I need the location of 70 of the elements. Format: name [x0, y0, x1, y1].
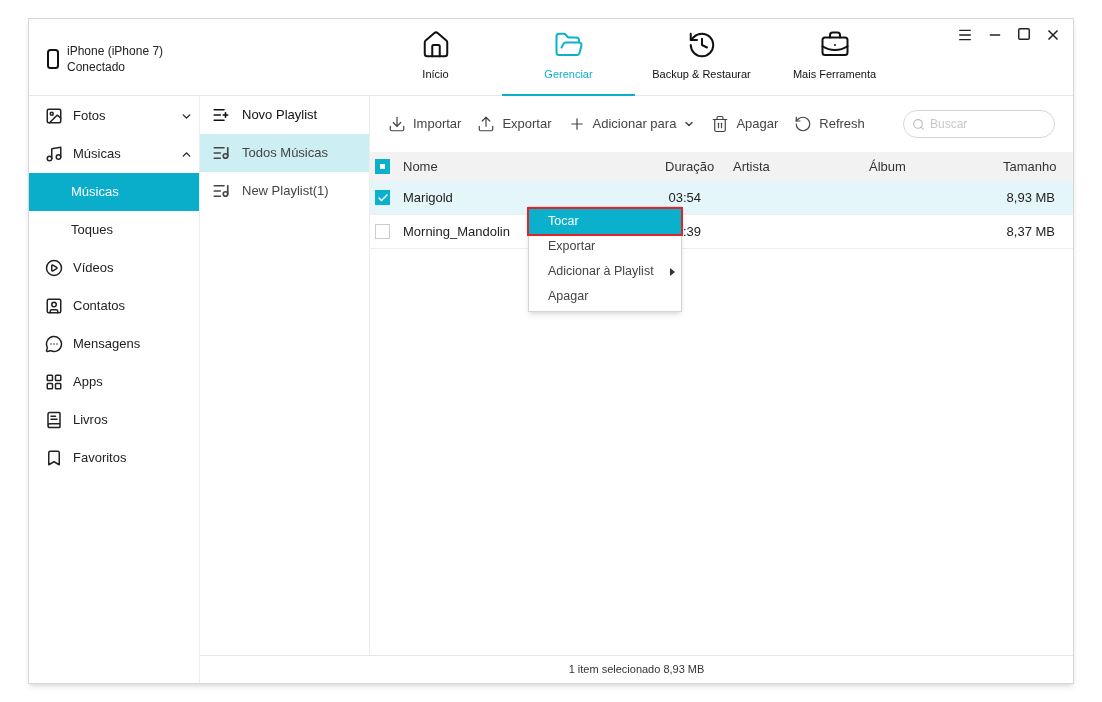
column-header: Tamanho — [1003, 157, 1058, 176]
image-icon — [45, 107, 63, 125]
sidebar-subitem[interactable]: Toques — [29, 211, 199, 249]
playlist-icon — [212, 144, 230, 162]
sidebar-label: Vídeos — [73, 259, 115, 278]
device-name: iPhone (iPhone 7) — [67, 43, 164, 59]
nav-tab[interactable]: Backup & Restaurar — [635, 19, 768, 96]
search-icon — [912, 118, 925, 131]
select-all-checkbox[interactable] — [375, 159, 390, 174]
status-bar: 1 item selecionado 8,93 MB — [200, 655, 1073, 683]
sidebar-item[interactable]: Fotos — [29, 97, 199, 135]
sidebar-item[interactable]: Mensagens — [29, 325, 199, 363]
sidebar-label: Apps — [73, 373, 104, 392]
import-icon — [388, 115, 406, 133]
trash-icon — [711, 115, 730, 133]
row-checkbox[interactable] — [375, 190, 390, 205]
device-status: Conectado — [67, 59, 127, 75]
phone-icon — [47, 49, 59, 69]
column-header: Duração — [665, 157, 716, 176]
column-header: Nome — [403, 157, 439, 176]
nav-tab[interactable]: Início — [369, 19, 502, 96]
music-note-icon — [45, 145, 63, 163]
chat-icon — [45, 335, 63, 353]
toolbar-button[interactable]: Adicionar para — [567, 114, 696, 134]
sidebar-label: Favoritos — [73, 449, 128, 468]
column-header: Artista — [733, 157, 771, 176]
sidebar-item[interactable]: Vídeos — [29, 249, 199, 287]
playlist-item[interactable]: Novo Playlist — [200, 96, 369, 134]
sidebar-label: Contatos — [73, 297, 127, 316]
sidebar-item[interactable]: Músicas — [29, 135, 199, 173]
table-cell-text: Marigold — [403, 188, 454, 207]
menu-item[interactable]: Adicionar à Playlist — [529, 259, 681, 284]
column-header: Álbum — [869, 157, 907, 176]
book-icon — [45, 411, 63, 429]
menu-item[interactable]: Apagar — [529, 284, 681, 309]
check-icon — [376, 191, 389, 204]
refresh-icon — [794, 115, 813, 133]
sidebar-label: Fotos — [73, 107, 107, 126]
table-cell-text: 8,37 MB — [1005, 222, 1056, 241]
sidebar-label: Livros — [73, 411, 109, 430]
playlist-item[interactable]: New Playlist(1) — [200, 172, 369, 210]
play-icon — [45, 259, 63, 277]
export-icon — [477, 115, 496, 133]
sidebar-item[interactable]: Apps — [29, 363, 199, 401]
toolbar-button[interactable]: Refresh — [794, 114, 865, 134]
sidebar-item[interactable]: Contatos — [29, 287, 199, 325]
partial-icon — [380, 164, 385, 169]
toolbar-button[interactable]: Importar — [388, 114, 462, 134]
toolbar-button[interactable]: Exportar — [477, 114, 552, 134]
sidebar-label: Músicas — [73, 145, 122, 164]
table-cell-text: :39 — [681, 222, 701, 241]
close-icon[interactable] — [1045, 27, 1061, 43]
sidebar-item[interactable]: Livros — [29, 401, 199, 439]
sidebar-item[interactable]: Favoritos — [29, 439, 199, 477]
nav-tab[interactable]: Mais Ferramenta — [768, 19, 901, 96]
grid-icon — [45, 373, 63, 391]
playlist-icon — [212, 182, 230, 200]
maximize-icon[interactable] — [1017, 27, 1031, 41]
playlist-item[interactable]: Todos Músicas — [200, 134, 369, 172]
contact-icon — [45, 297, 63, 315]
list-add-icon — [212, 106, 230, 124]
table-cell-text: 03:54 — [667, 188, 701, 207]
toolbar-button[interactable]: Apagar — [711, 114, 779, 134]
table-cell-text: 8,93 MB — [1005, 188, 1056, 207]
table-row[interactable]: Marigold 03:54 8,93 MB — [370, 181, 1073, 215]
row-checkbox[interactable] — [375, 224, 390, 239]
table-cell-text: Morning_Mandolin — [403, 222, 511, 241]
menu-icon[interactable] — [957, 27, 973, 43]
bookmark-icon — [45, 449, 63, 467]
sidebar-label: Mensagens — [73, 335, 142, 354]
